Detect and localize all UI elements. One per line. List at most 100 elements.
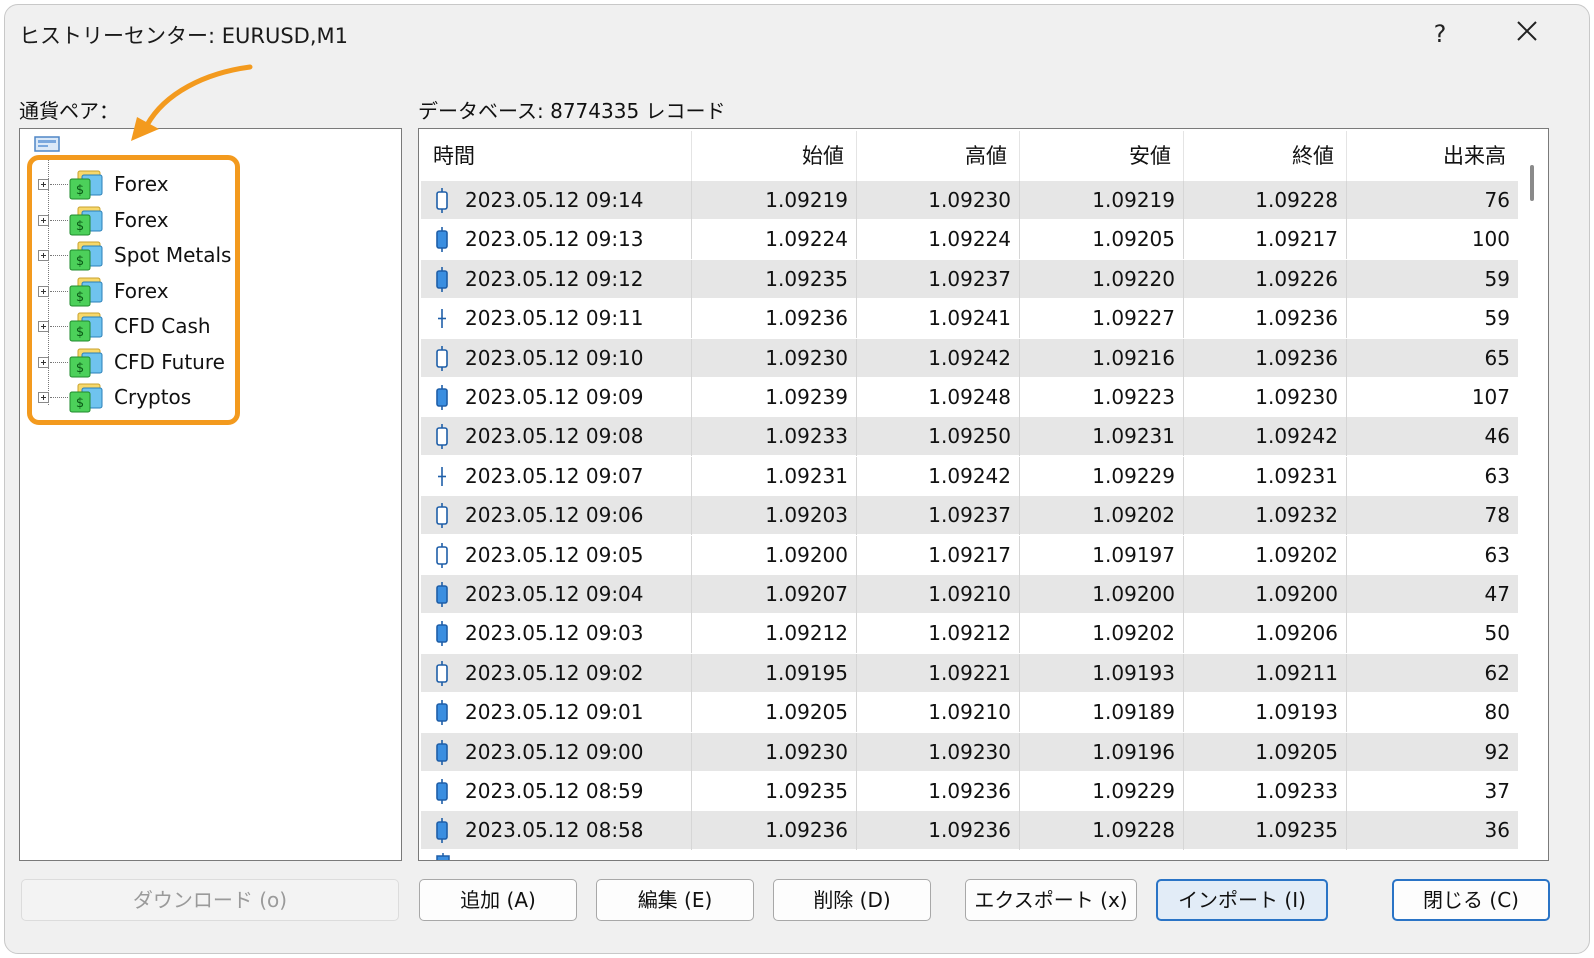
- close-button[interactable]: [1505, 15, 1549, 53]
- expand-icon[interactable]: [38, 179, 49, 190]
- table-row[interactable]: 2023.05.12 09:05 1.09200 1.09217 1.09197 1.0…: [421, 535, 1518, 575]
- table-row[interactable]: 2023.05.12 08:58 1.09236 1.09236 1.09228 1.0…: [421, 811, 1518, 851]
- cell-open-value: 1.09203: [765, 503, 848, 528]
- cell-open: 1.09219: [692, 181, 857, 220]
- bullish-candle-icon: [436, 542, 448, 568]
- cell-volume: 63: [1347, 536, 1518, 575]
- column-header-open[interactable]: 始値: [692, 131, 857, 181]
- column-header-low[interactable]: 安値: [1020, 131, 1184, 181]
- tree-item-label: Forex: [114, 172, 169, 196]
- expand-icon[interactable]: [38, 392, 49, 403]
- cell-volume: 47: [1347, 575, 1518, 614]
- table-row[interactable]: 2023.05.12 09:13 1.09224 1.09224 1.09205 1.0…: [421, 220, 1518, 260]
- cell-high: 1.09217: [857, 535, 1020, 575]
- cell-time-value: 2023.05.12 08:58: [465, 818, 644, 843]
- expand-icon[interactable]: [38, 250, 49, 261]
- tree-item[interactable]: $ Forex: [38, 276, 238, 310]
- symbol-tree[interactable]: $ Forex $ Forex $ Spot Metals $ Forex $ CFD Cash $…: [19, 128, 402, 861]
- vertical-scrollbar[interactable]: [1518, 131, 1546, 858]
- cell-time: 2023.05.12 09:02: [421, 653, 692, 693]
- download-button[interactable]: ダウンロード (o): [21, 879, 399, 921]
- table-row[interactable]: 2023.05.12 09:03 1.09212 1.09212 1.09202 1.0…: [421, 614, 1518, 654]
- tree-item[interactable]: $ Cryptos: [38, 382, 238, 416]
- table-row[interactable]: 2023.05.12 09:02 1.09195 1.09221 1.09193 1.0…: [421, 653, 1518, 693]
- help-button[interactable]: ?: [1420, 15, 1460, 53]
- bearish-candle-icon: [436, 582, 448, 607]
- tree-item[interactable]: $ Spot Metals: [38, 240, 238, 274]
- cell-open-value: 1.09235: [765, 266, 848, 291]
- cell-time: 2023.05.12 09:11: [421, 299, 692, 339]
- expand-icon[interactable]: [38, 321, 49, 332]
- table-row[interactable]: 2023.05.12 09:04 1.09207 1.09210 1.09200 1.0…: [421, 575, 1518, 614]
- cell-volume-value: 59: [1484, 306, 1510, 331]
- svg-text:$: $: [76, 361, 84, 376]
- tree-item[interactable]: $ CFD Cash: [38, 311, 238, 345]
- symbol-group-icon: $: [69, 170, 103, 200]
- cell-high: 1.09212: [857, 614, 1020, 654]
- cell-close: 1.09233: [1184, 772, 1347, 811]
- cell-high: 1.09230: [857, 181, 1020, 220]
- cell-close-value: 1.09206: [1255, 621, 1338, 646]
- cell-volume: 59: [1347, 260, 1518, 299]
- cell-low-value: 1.09196: [1092, 739, 1175, 764]
- cell-low-value: 1.09202: [1092, 621, 1175, 646]
- cell-low: 1.09193: [1020, 653, 1184, 693]
- cell-time: 2023.05.12 09:04: [421, 575, 692, 614]
- expand-icon[interactable]: [38, 356, 49, 368]
- tree-item[interactable]: $ Forex: [38, 205, 238, 239]
- cell-open: 1.09236: [692, 811, 857, 851]
- cell-time: 2023.05.12 08:59: [421, 772, 692, 811]
- delete-button[interactable]: 削除 (D): [773, 879, 931, 921]
- table-row[interactable]: 2023.05.12 09:14 1.09219 1.09230 1.09219 1.0…: [421, 181, 1518, 220]
- bearish-candle-icon: [436, 739, 448, 765]
- column-header-high[interactable]: 高値: [857, 131, 1020, 181]
- import-button[interactable]: インポート (I): [1156, 879, 1328, 921]
- cell-open: 1.09239: [692, 378, 857, 417]
- tree-item[interactable]: $ CFD Future: [38, 347, 238, 381]
- table-row[interactable]: 2023.05.12 09:08 1.09233 1.09250 1.09231 1.0…: [421, 417, 1518, 457]
- table-row[interactable]: 2023.05.12 08:59 1.09235 1.09236 1.09229 1.0…: [421, 772, 1518, 811]
- table-row[interactable]: 2023.05.12 09:01 1.09205 1.09210 1.09189 1.0…: [421, 693, 1518, 733]
- cell-volume: 50: [1347, 614, 1518, 653]
- cell-low-value: 1.09229: [1092, 779, 1175, 803]
- cell-open-value: 1.09195: [765, 660, 848, 685]
- table-row[interactable]: 2023.05.12 09:12 1.09235 1.09237 1.09220 1.0…: [421, 259, 1518, 299]
- cell-close-value: 1.09236: [1255, 306, 1338, 331]
- tree-item-label: Forex: [114, 278, 169, 303]
- expand-icon[interactable]: [38, 214, 49, 226]
- table-row[interactable]: 2023.05.12 09:06 1.09203 1.09237 1.09202 1.0…: [421, 496, 1518, 536]
- expand-icon[interactable]: [38, 285, 49, 297]
- cell-high-value: 1.09242: [928, 463, 1011, 488]
- column-header-volume[interactable]: 出来高: [1347, 131, 1518, 181]
- tree-connector: [50, 290, 68, 292]
- table-row[interactable]: 2023.05.12 09:07 1.09231 1.09242 1.09229 1.0…: [421, 456, 1518, 496]
- cell-low: 1.09196: [1020, 732, 1184, 772]
- export-button[interactable]: エクスポート (x): [965, 879, 1137, 921]
- column-header-close[interactable]: 終値: [1184, 131, 1347, 181]
- cell-low-value: 1.09229: [1092, 463, 1175, 488]
- edit-button[interactable]: 編集 (E): [596, 879, 754, 921]
- history-table[interactable]: 時間 始値 高値 安値 終値 出来高 2023.05.12 09:14 1.092…: [418, 128, 1549, 861]
- table-row[interactable]: 2023.05.12 09:11 1.09236 1.09241 1.09227 1.0…: [421, 299, 1518, 339]
- cell-time: 2023.05.12 09:14: [421, 181, 692, 220]
- table-row[interactable]: 2023.05.12 09:09 1.09239 1.09248 1.09223 1.0…: [421, 378, 1518, 417]
- doji-candle-icon: [438, 309, 446, 329]
- cell-open-value: 1.09239: [765, 385, 848, 409]
- annotation-arrow: [131, 64, 253, 141]
- add-button[interactable]: 追加 (A): [419, 879, 577, 921]
- table-row[interactable]: 2023.05.12 09:10 1.09230 1.09242 1.09216 1.0…: [421, 338, 1518, 378]
- table-row[interactable]: 2023.05.12 09:00 1.09230 1.09230 1.09196 1.0…: [421, 732, 1518, 772]
- cell-time: 2023.05.12 09:01: [421, 693, 692, 733]
- cell-volume: 107: [1347, 378, 1518, 417]
- cell-low-value: 1.09227: [1092, 306, 1175, 331]
- column-header-time[interactable]: 時間: [421, 131, 692, 181]
- svg-text:$: $: [76, 290, 84, 305]
- cell-close-value: 1.09233: [1255, 779, 1338, 803]
- close-dialog-button[interactable]: 閉じる (C): [1392, 879, 1550, 921]
- cell-volume-value: 107: [1471, 385, 1510, 409]
- cell-volume: 78: [1347, 496, 1518, 535]
- symbol-group-icon: $: [69, 348, 103, 377]
- cell-high: 1.09221: [857, 653, 1020, 693]
- tree-item[interactable]: $ Forex: [38, 169, 238, 203]
- scrollbar-thumb[interactable]: [1530, 165, 1534, 201]
